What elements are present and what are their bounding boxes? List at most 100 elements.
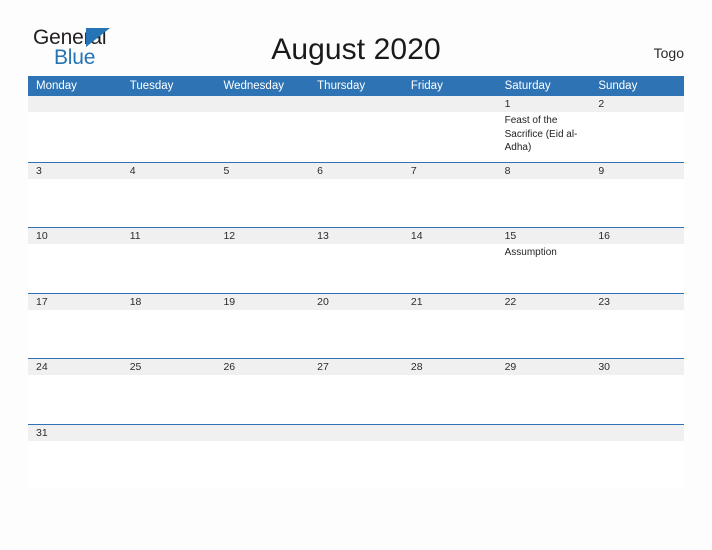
day-number-11[interactable]: 11 — [122, 228, 216, 244]
day-number-20[interactable]: 20 — [309, 294, 403, 310]
day-number-empty — [122, 96, 216, 112]
day-number-29[interactable]: 29 — [497, 359, 591, 375]
day-number-band: 12 — [28, 96, 684, 112]
calendar-week-row: 17 18 19 20 21 22 23 — [28, 292, 684, 359]
day-number-band: 17 18 19 20 21 22 23 — [28, 293, 684, 310]
weekday-header-saturday: Saturday — [504, 80, 551, 92]
day-number-empty — [215, 425, 309, 441]
day-number-31[interactable]: 31 — [28, 425, 122, 441]
day-event-empty — [403, 112, 497, 160]
day-number-6[interactable]: 6 — [309, 163, 403, 179]
day-number-empty — [28, 96, 122, 112]
day-event-empty — [309, 112, 403, 160]
day-number-empty — [403, 96, 497, 112]
day-number-15[interactable]: 15 — [497, 228, 591, 244]
calendar-weeks: 1 2 Feast of the Sacrifice (Eid al-Adha) 3 4… — [28, 96, 684, 489]
day-event-empty — [28, 441, 122, 489]
day-event-band — [28, 178, 684, 227]
day-number-21[interactable]: 21 — [403, 294, 497, 310]
day-event-text: Feast of the Sacrifice (Eid al-Adha) — [504, 115, 578, 153]
day-event-empty — [497, 441, 591, 489]
day-number-10[interactable]: 10 — [28, 228, 122, 244]
day-number-band: 24 25 26 27 28 29 30 — [28, 359, 684, 375]
day-event-empty — [28, 179, 122, 227]
day-event-empty — [403, 179, 497, 227]
day-number-13[interactable]: 13 — [309, 228, 403, 244]
day-event-empty — [28, 112, 122, 160]
day-event-band: Feast of the Sacrifice (Eid al-Adha) — [28, 112, 684, 160]
calendar-week-row: 3456789 — [28, 161, 684, 228]
page-title: August 2020 — [271, 33, 441, 66]
day-number-empty — [309, 425, 403, 441]
day-number-30[interactable]: 30 — [590, 359, 684, 375]
calendar-week-row: 31 — [28, 423, 684, 489]
day-number-1[interactable]: 1 — [497, 96, 591, 112]
day-number-16[interactable]: 16 — [590, 228, 684, 244]
day-number-empty — [497, 425, 591, 441]
day-event-empty — [215, 112, 309, 160]
day-event-empty — [590, 441, 684, 489]
day-number-empty — [122, 425, 216, 441]
day-number-26[interactable]: 26 — [215, 359, 309, 375]
day-event-empty — [590, 310, 684, 358]
day-number-27[interactable]: 27 — [309, 359, 403, 375]
page-header: General Blue August 2020 Togo — [0, 0, 712, 76]
day-number-7[interactable]: 7 — [403, 163, 497, 179]
day-number-5[interactable]: 5 — [215, 163, 309, 179]
day-event-empty — [215, 310, 309, 358]
day-event-empty — [497, 310, 591, 358]
day-event-empty — [215, 244, 309, 292]
day-event-empty — [403, 244, 497, 292]
day-number-25[interactable]: 25 — [122, 359, 216, 375]
day-event-empty — [28, 244, 122, 292]
day-event-text: Assumption — [504, 247, 557, 258]
day-number-8[interactable]: 8 — [497, 163, 591, 179]
calendar-week-row: 10 11 12 13 14 15 16 Assumption — [28, 227, 684, 293]
day-event-empty — [309, 179, 403, 227]
day-event-band: Assumption — [28, 244, 684, 292]
day-event-empty — [497, 179, 591, 227]
weekday-header-tuesday: Tuesday — [129, 80, 174, 92]
weekday-header-wednesday: Wednesday — [223, 80, 284, 92]
day-event-empty — [497, 375, 591, 423]
day-event-empty — [309, 441, 403, 489]
weekday-header-friday: Friday — [410, 80, 443, 92]
day-number-14[interactable]: 14 — [403, 228, 497, 244]
day-event-empty — [403, 375, 497, 423]
day-event-band — [28, 375, 684, 423]
day-event-empty — [309, 375, 403, 423]
country-label: Togo — [653, 45, 684, 61]
day-event-empty — [309, 244, 403, 292]
day-number-24[interactable]: 24 — [28, 359, 122, 375]
day-number-17[interactable]: 17 — [28, 294, 122, 310]
day-event-empty — [122, 441, 216, 489]
day-number-9[interactable]: 9 — [590, 163, 684, 179]
day-event-empty — [122, 179, 216, 227]
day-number-4[interactable]: 4 — [122, 163, 216, 179]
day-event-empty — [215, 441, 309, 489]
day-number-3[interactable]: 3 — [28, 163, 122, 179]
calendar-week-row: 1 2 Feast of the Sacrifice (Eid al-Adha) — [28, 96, 684, 162]
day-event-empty — [309, 310, 403, 358]
day-event-band — [28, 309, 684, 358]
day-number-empty — [215, 96, 309, 112]
day-number-19[interactable]: 19 — [215, 294, 309, 310]
day-number-12[interactable]: 12 — [215, 228, 309, 244]
day-number-band: 10 11 12 13 14 15 16 — [28, 228, 684, 244]
day-number-23[interactable]: 23 — [590, 294, 684, 310]
day-event-empty — [403, 441, 497, 489]
day-event-empty — [215, 179, 309, 227]
day-number-band: 3456789 — [28, 162, 684, 179]
day-event-empty — [590, 244, 684, 292]
day-event-empty — [28, 310, 122, 358]
day-number-18[interactable]: 18 — [122, 294, 216, 310]
day-number-22[interactable]: 22 — [497, 294, 591, 310]
day-event-empty — [590, 179, 684, 227]
day-event-empty — [122, 244, 216, 292]
day-number-band: 31 — [28, 424, 684, 441]
day-event-empty — [122, 310, 216, 358]
day-number-empty — [403, 425, 497, 441]
day-number-2[interactable]: 2 — [590, 96, 684, 112]
weekday-header-monday: Monday — [36, 80, 77, 92]
day-number-28[interactable]: 28 — [403, 359, 497, 375]
